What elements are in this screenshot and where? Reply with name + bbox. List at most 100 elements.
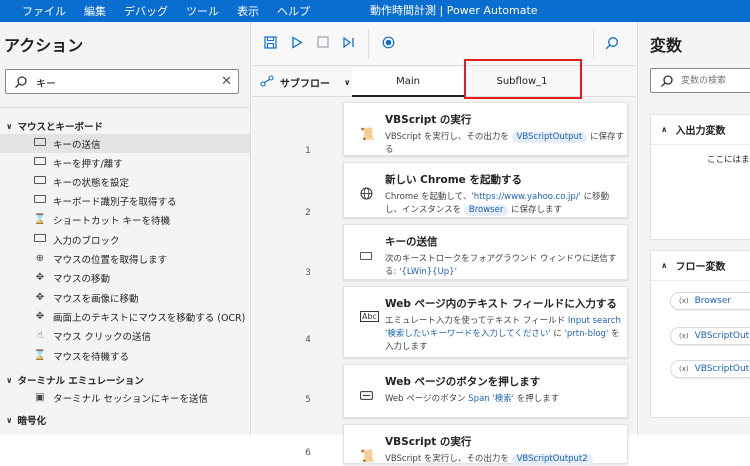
variable-pill: Browser	[463, 205, 509, 216]
divider	[0, 107, 250, 108]
action-card-title: VBScript の実行	[385, 436, 472, 448]
group-cryptography[interactable]: ∨ 暗号化	[6, 413, 46, 428]
flow-variable-item[interactable]: (x) VBScriptOut	[670, 360, 750, 378]
mouse-click-icon: ☝	[36, 330, 44, 341]
subflows-dropdown[interactable]: サブフロー ∨	[260, 67, 351, 97]
group-mouse-keyboard[interactable]: ∨ マウスとキーボード	[6, 119, 103, 134]
textfield-icon: Abc	[360, 311, 379, 322]
toolbar-separator	[368, 30, 369, 58]
variable-pill: VBScriptOutput	[511, 132, 588, 143]
search-icon	[14, 74, 28, 93]
variables-search-input[interactable]	[681, 72, 750, 90]
actions-search-box[interactable]: ✕	[5, 69, 239, 94]
mouse-move-icon: ✥	[35, 272, 45, 283]
action-card-title: キーの送信	[385, 236, 438, 248]
io-variables-header[interactable]: ∧ 入出力変数	[651, 115, 750, 145]
parameter-value: Input search	[567, 316, 621, 326]
menu-view[interactable]: 表示	[228, 3, 268, 19]
editor-toolbar	[252, 22, 636, 66]
globe-icon	[360, 187, 373, 203]
action-item-block-input[interactable]: 入力のブロック	[33, 230, 120, 249]
actions-search-input[interactable]	[36, 73, 206, 91]
action-card-description: 次のキーストロークをフォアグラウンド ウィンドウに送信する: '{LWin}{U…	[385, 253, 625, 279]
menu-debug[interactable]: デバッグ	[115, 3, 177, 19]
action-card-description: Web ページのボタン Span '検索' を押します	[385, 393, 625, 406]
variable-icon: (x)	[679, 332, 689, 340]
flow-variable-item[interactable]: (x) Browser	[670, 292, 750, 310]
run-icon[interactable]	[291, 36, 303, 54]
action-item-get-keyboard-id[interactable]: キーボード識別子を取得する	[33, 191, 177, 210]
description-text: VBScript を実行し、その出力を	[385, 132, 512, 142]
tab-main[interactable]: Main	[352, 67, 464, 97]
variable-pill: VBScriptOutput2	[511, 454, 593, 465]
action-card-title: Web ページ内のテキスト フィールドに入力する	[385, 298, 617, 310]
group-terminal-emulation[interactable]: ∨ ターミナル エミュレーション	[6, 373, 144, 388]
parameter-value: 'prtn-blog'	[564, 329, 609, 339]
description-text: を押します	[514, 394, 560, 404]
action-item-move-mouse-image[interactable]: ✥ マウスを画像に移動	[33, 288, 139, 307]
action-card-description: エミュレート入力を使ってテキスト フィールド Input search '検索し…	[385, 315, 625, 354]
parameter-value: 'https://www.yahoo.co.jp/'	[471, 192, 581, 202]
stop-icon[interactable]	[317, 36, 329, 53]
action-item-send-keys[interactable]: キーの送信	[0, 134, 250, 153]
action-card[interactable]: キーの送信 次のキーストロークをフォアグラウンド ウィンドウに送信する: '{L…	[343, 224, 628, 280]
action-item-wait-shortcut[interactable]: ⌛ ショートカット キーを待機	[33, 210, 170, 229]
menu-file[interactable]: ファイル	[0, 3, 75, 19]
action-item-wait-mouse[interactable]: ⌛ マウスを待機する	[33, 346, 129, 365]
menu-help[interactable]: ヘルプ	[268, 3, 319, 19]
chevron-down-icon: ∨	[6, 375, 13, 385]
chevron-down-icon: ∨	[344, 77, 351, 87]
clear-icon[interactable]: ✕	[221, 74, 232, 90]
save-icon[interactable]	[264, 36, 277, 54]
parameter-value: Span '検索'	[468, 394, 515, 404]
variable-icon: (x)	[679, 297, 689, 305]
variables-search-box[interactable]	[650, 68, 750, 93]
keyboard-icon	[360, 249, 372, 263]
action-item-terminal-send-key[interactable]: ▣ ターミナル セッションにキーを送信	[33, 388, 208, 407]
line-number: 6	[305, 448, 311, 458]
action-item-send-mouse-click[interactable]: ☝ マウス クリックの送信	[33, 326, 151, 345]
action-item-set-key-state[interactable]: キーの状態を設定	[33, 172, 129, 191]
line-number: 3	[305, 268, 311, 278]
description-text: Chrome を起動して、	[385, 192, 472, 202]
description-text: に	[550, 329, 565, 339]
variables-panel: 変数 ∧ 入出力変数 ここにはま ∧ フロー変数 (x) Browser (x)…	[637, 22, 750, 435]
flow-editor: サブフロー ∨ Main Subflow_1 1 2 3 4 5 6 📜 VBS…	[252, 22, 636, 465]
action-card[interactable]: Web ページのボタン を押します Web ページのボタン Span '検索' を…	[343, 364, 628, 418]
action-item-move-mouse-ocr[interactable]: ✥ 画面上のテキストにマウスを移動する (OCR)	[33, 307, 246, 326]
record-icon[interactable]	[382, 36, 395, 54]
flow-variable-item[interactable]: (x) VBScriptOut	[670, 327, 750, 345]
variable-icon: (x)	[679, 365, 689, 373]
run-next-action-icon[interactable]	[342, 36, 355, 54]
flow-variables-header[interactable]: ∧ フロー変数	[651, 251, 750, 281]
menu-edit[interactable]: 編集	[75, 3, 115, 19]
actions-panel: アクション ✕ ∨ マウスとキーボード キーの送信 キーを押す/離す キーの状態…	[0, 22, 251, 435]
action-card[interactable]: Abc Web ページ内のテキスト フィールドに入力する エミュレート入力を使っ…	[343, 286, 628, 358]
keyboard-icon	[33, 176, 47, 187]
menu-tools[interactable]: ツール	[177, 3, 228, 19]
line-number-gutter: 1 2 3 4 5 6	[252, 98, 347, 458]
action-card-title: 新しい Chrome を起動する	[385, 174, 522, 186]
line-number: 5	[305, 395, 311, 405]
search-icon	[660, 73, 674, 92]
chevron-down-icon: ∨	[6, 415, 13, 425]
tab-subflow-1[interactable]: Subflow_1	[464, 67, 580, 97]
parameter-value: '{LWin}{Up}'	[399, 267, 457, 277]
action-card[interactable]: 📜 VBScript の実行 VBScript を実行し、その出力を VBScr…	[343, 424, 628, 466]
action-card-description: VBScript を実行し、その出力を VBScriptOutput2	[385, 453, 625, 466]
keyboard-icon	[33, 138, 47, 149]
description-text: Web ページのボタン	[385, 394, 469, 404]
keyboard-icon	[33, 157, 47, 168]
toolbar-separator	[593, 30, 594, 58]
title-bar: ファイル 編集 デバッグ ツール 表示 ヘルプ 動作時間計測 | Power A…	[0, 0, 750, 22]
action-item-press-release-key[interactable]: キーを押す/離す	[33, 153, 123, 172]
menu-bar: ファイル 編集 デバッグ ツール 表示 ヘルプ	[0, 0, 319, 22]
search-icon[interactable]	[605, 36, 619, 55]
action-item-get-mouse-position[interactable]: ⊕ マウスの位置を取得します	[33, 249, 167, 268]
action-card[interactable]: 新しい Chrome を起動する Chrome を起動して、'https://w…	[343, 162, 628, 218]
action-card[interactable]: 📜 VBScript の実行 VBScript を実行し、その出力を VBScr…	[343, 102, 628, 156]
description-text: エミュレート入力を使ってテキスト フィールド	[385, 316, 568, 326]
variables-title: 変数	[650, 36, 683, 55]
action-item-move-mouse[interactable]: ✥ マウスの移動	[33, 268, 110, 287]
chevron-up-icon: ∧	[661, 261, 668, 270]
